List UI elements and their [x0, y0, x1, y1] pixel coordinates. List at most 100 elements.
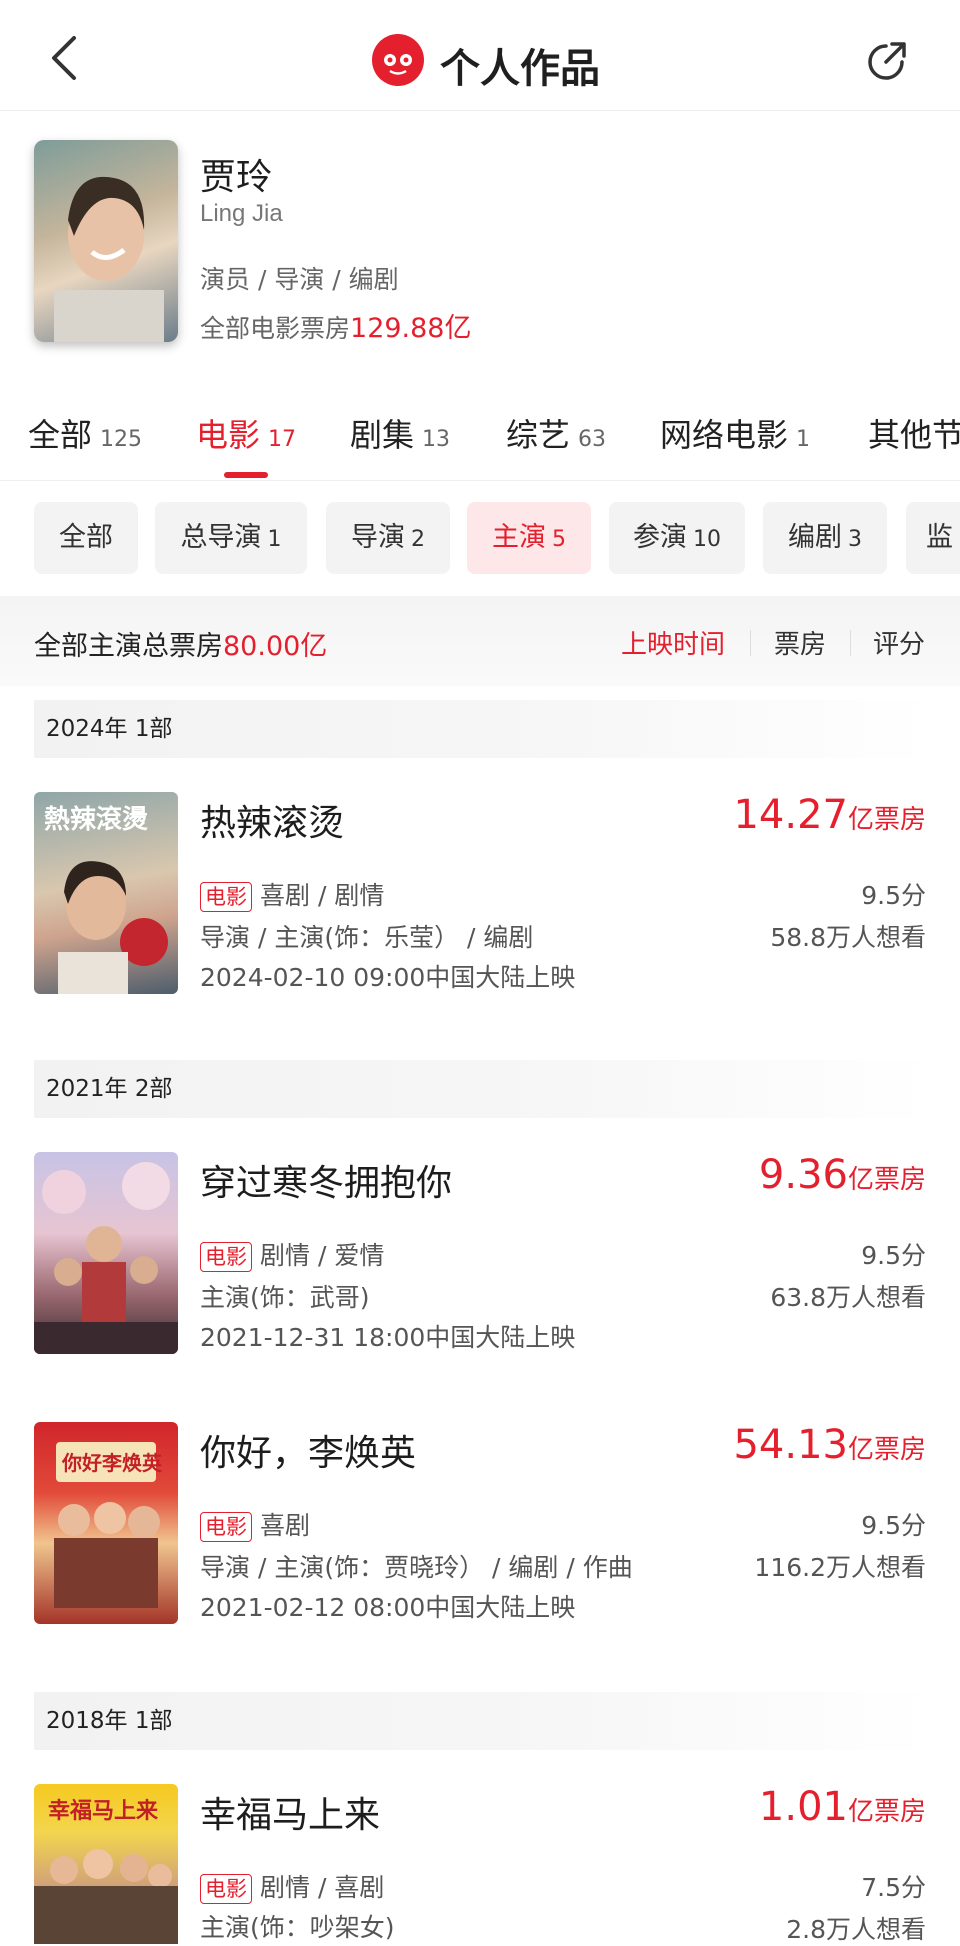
page-title: 个人作品	[440, 46, 600, 92]
chip-cast[interactable]: 参演 10	[609, 502, 745, 574]
person-name-en: Ling Jia	[200, 200, 283, 227]
movie-box-office: 14.27亿票房	[733, 792, 926, 838]
chip-count: 2	[411, 527, 425, 552]
movie-title[interactable]: 幸福马上来	[200, 1786, 380, 1838]
maoyan-logo-icon	[372, 34, 424, 86]
tab-count: 63	[578, 427, 607, 452]
box-office-value: 1.01	[758, 1784, 848, 1830]
avatar	[34, 140, 178, 342]
movie-role: 导演 / 主演(饰：贾晓玲） / 编剧 / 作曲	[200, 1553, 633, 1582]
chip-label: 全部	[59, 522, 113, 553]
tab-series[interactable]: 剧集 13	[350, 410, 450, 456]
chip-director[interactable]: 导演 2	[326, 502, 450, 574]
sort-by-release-time[interactable]: 上映时间	[621, 624, 725, 661]
movie-poster[interactable]	[34, 1152, 178, 1354]
movie-genre: 剧情 / 爱情	[260, 1241, 385, 1270]
box-office-value: 54.13	[733, 1422, 848, 1468]
share-icon[interactable]	[862, 34, 914, 86]
person-name: 贾玲	[200, 157, 273, 198]
sort-by-rating[interactable]: 评分	[873, 624, 925, 661]
box-office-unit: 亿票房	[847, 1797, 926, 1827]
movie-type-tag: 电影	[200, 1242, 252, 1272]
chip-count: 10	[693, 527, 721, 552]
total-box-office-label: 全部电影票房	[200, 314, 351, 343]
movie-title[interactable]: 热辣滚烫	[200, 794, 344, 846]
svg-text:熱辣滾燙: 熱辣滾燙	[44, 804, 148, 835]
movie-box-office: 9.36亿票房	[759, 1152, 926, 1198]
movie-genre: 喜剧 / 剧情	[260, 881, 385, 910]
back-arrow-icon[interactable]	[40, 28, 90, 88]
year-header: 2018年 1部	[34, 1692, 934, 1750]
movie-genre-line: 电影 喜剧 / 剧情	[200, 876, 384, 912]
movie-poster[interactable]: 熱辣滾燙	[34, 792, 178, 994]
tab-count: 13	[422, 427, 451, 452]
lead-total-box-office: 全部主演总票房80.00亿	[34, 624, 327, 663]
chip-chief-director[interactable]: 总导演 1	[155, 502, 307, 574]
movie-box-office: 1.01亿票房	[759, 1784, 926, 1830]
movie-title[interactable]: 你好，李焕英	[200, 1424, 416, 1476]
tab-count: 125	[100, 427, 143, 452]
chip-count: 1	[267, 527, 282, 552]
tab-label: 全部	[28, 416, 93, 454]
movie-poster[interactable]: 幸福马上来	[34, 1784, 178, 1944]
movie-score: 9.5分	[861, 1511, 926, 1540]
tab-variety[interactable]: 综艺 63	[506, 410, 606, 456]
movie-genre: 喜剧	[260, 1511, 311, 1540]
box-office-unit: 亿票房	[847, 1435, 926, 1465]
chip-label: 参演	[633, 522, 687, 553]
chip-writer[interactable]: 编剧 3	[763, 502, 887, 574]
tab-count: 1	[796, 427, 811, 452]
movie-score: 9.5分	[861, 881, 926, 910]
movie-poster[interactable]: 你好李焕英	[34, 1422, 178, 1624]
tab-web-movie[interactable]: 网络电影 1	[660, 410, 810, 456]
movie-role: 主演(饰：武哥)	[200, 1283, 370, 1312]
movie-type-tag: 电影	[200, 1874, 252, 1904]
tab-movie[interactable]: 电影 17	[196, 410, 296, 456]
year-header: 2021年 2部	[34, 1060, 934, 1118]
tab-label: 剧集	[350, 416, 415, 454]
movie-genre-line: 电影 剧情 / 喜剧	[200, 1868, 384, 1904]
box-office-value: 14.27	[733, 792, 848, 838]
movie-genre-line: 电影 喜剧	[200, 1506, 310, 1542]
chip-count: 3	[848, 527, 862, 552]
movie-type-tag: 电影	[200, 1512, 252, 1542]
sort-divider	[850, 630, 851, 656]
category-tabs	[0, 400, 960, 481]
tab-label: 综艺	[506, 416, 571, 454]
chip-all[interactable]: 全部	[34, 502, 138, 574]
movie-role: 导演 / 主演(饰：乐莹） / 编剧	[200, 923, 534, 952]
movie-want-count: 2.8万人想看	[786, 1915, 926, 1944]
movie-want-count: 116.2万人想看	[754, 1553, 926, 1582]
chip-count: 5	[552, 527, 566, 552]
svg-text:幸福马上来: 幸福马上来	[48, 1798, 159, 1824]
movie-genre-line: 电影 剧情 / 爱情	[200, 1236, 384, 1272]
box-office-unit: 亿票房	[847, 805, 926, 835]
tab-all[interactable]: 全部 125	[28, 410, 142, 456]
movie-want-count: 58.8万人想看	[770, 923, 926, 952]
movie-score: 9.5分	[861, 1241, 926, 1270]
sort-by-box-office[interactable]: 票房	[774, 624, 826, 661]
box-office-value: 9.36	[758, 1152, 848, 1198]
chip-label: 总导演	[180, 522, 262, 553]
svg-text:你好李焕英: 你好李焕英	[61, 1451, 163, 1475]
box-office-unit: 亿票房	[847, 1165, 926, 1195]
tab-label: 网络电影	[660, 416, 789, 454]
tab-label: 电影	[196, 416, 261, 454]
sort-divider	[750, 630, 751, 656]
movie-release-date: 2024-02-10 09:00中国大陆上映	[200, 963, 576, 992]
total-box-office-value: 129.88亿	[350, 313, 472, 344]
tab-label: 其他节	[868, 416, 960, 454]
chip-label: 导演	[351, 522, 405, 553]
movie-title[interactable]: 穿过寒冬拥抱你	[200, 1154, 452, 1206]
tab-other[interactable]: 其他节	[868, 410, 960, 456]
chip-label: 编剧	[788, 522, 842, 553]
chip-supervisor[interactable]: 监	[906, 502, 960, 574]
person-roles: 演员 / 导演 / 编剧	[200, 265, 399, 294]
movie-role: 主演(饰：吵架女)	[200, 1913, 395, 1942]
movie-genre: 剧情 / 喜剧	[260, 1873, 385, 1902]
movie-score: 7.5分	[861, 1873, 926, 1902]
total-box-office: 全部电影票房129.88亿	[200, 306, 472, 345]
summary-label: 全部主演总票房	[34, 631, 223, 662]
chip-lead-actor[interactable]: 主演 5	[467, 502, 591, 574]
chip-label: 监	[926, 522, 953, 553]
